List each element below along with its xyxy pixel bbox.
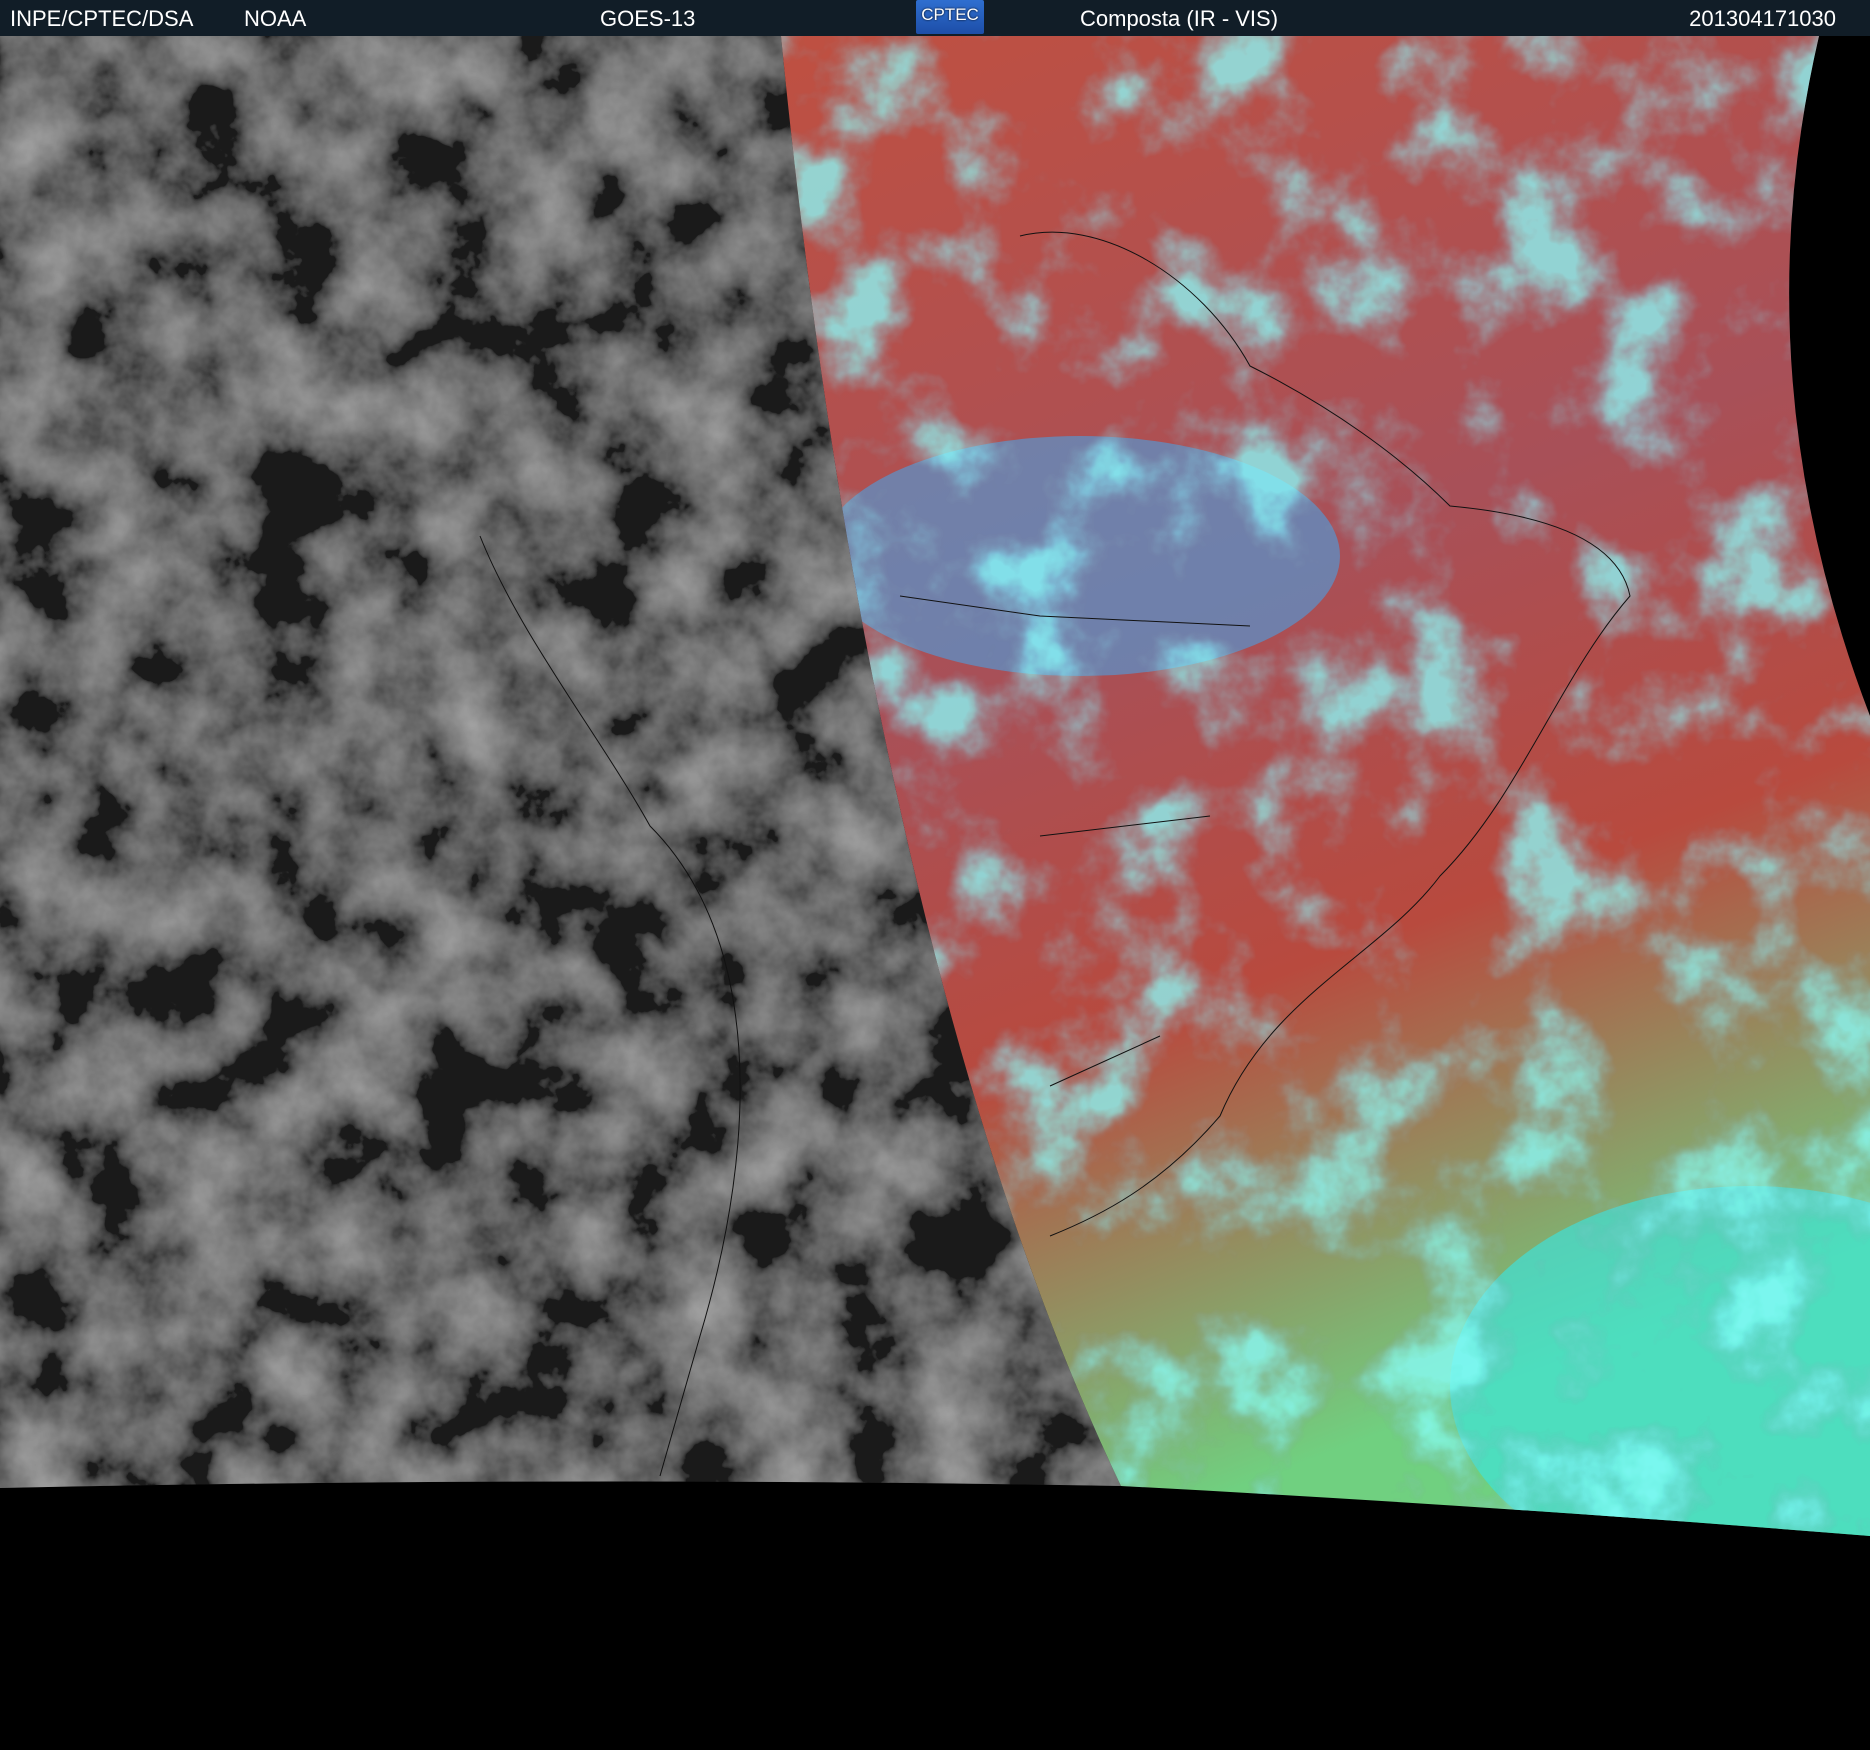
logo-text: CPTEC	[921, 5, 979, 24]
cptec-logo: CPTEC	[916, 0, 984, 34]
partner-label: NOAA	[244, 6, 307, 31]
satellite-label: GOES-13	[600, 6, 696, 31]
agency-label: INPE/CPTEC/DSA	[10, 6, 194, 31]
timestamp-label: 201304171030	[1689, 6, 1836, 31]
satellite-image	[0, 36, 1870, 1536]
header-bar: INPE/CPTEC/DSA NOAA GOES-13 CPTEC Compos…	[0, 0, 1870, 36]
product-label: Composta (IR - VIS)	[1080, 6, 1279, 31]
